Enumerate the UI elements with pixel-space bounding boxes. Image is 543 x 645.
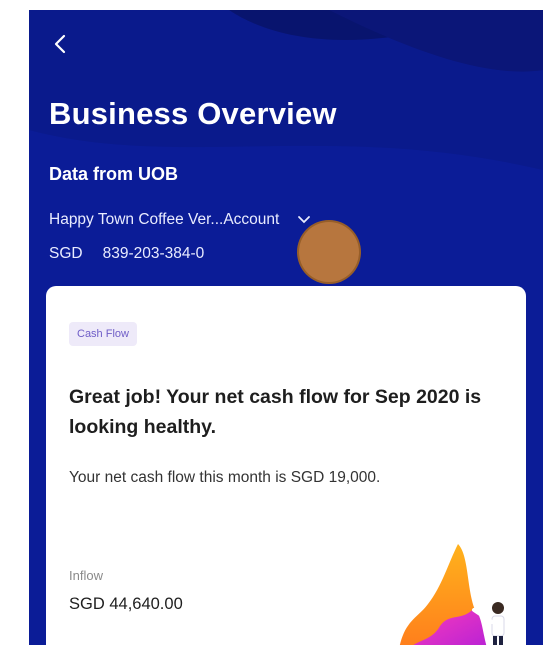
touch-indicator <box>297 220 361 284</box>
account-details: SGD 839-203-384-0 <box>49 245 204 263</box>
app-screen: Business Overview Data from UOB Happy To… <box>29 10 543 645</box>
inflow-value: SGD 44,640.00 <box>69 595 183 613</box>
card-headline: Great job! Your net cash flow for Sep 20… <box>69 386 482 438</box>
account-number: 839-203-384-0 <box>102 245 205 262</box>
page-title: Business Overview <box>49 96 337 131</box>
chevron-down-icon <box>298 216 311 224</box>
card-body-text: Your net cash flow this month is SGD 19,… <box>69 469 381 486</box>
category-chip: Cash Flow <box>69 322 137 346</box>
account-name: Happy Town Coffee Ver...Account <box>49 211 280 228</box>
inflow-label: Inflow <box>69 568 103 583</box>
account-currency: SGD <box>49 245 83 262</box>
back-button[interactable] <box>51 30 71 58</box>
cash-flow-card[interactable]: Cash Flow Great job! Your net cash flow … <box>46 286 526 645</box>
account-selector[interactable]: Happy Town Coffee Ver...Account <box>49 211 311 229</box>
data-source-label: Data from UOB <box>49 164 179 184</box>
growth-chart-illustration <box>399 544 505 645</box>
